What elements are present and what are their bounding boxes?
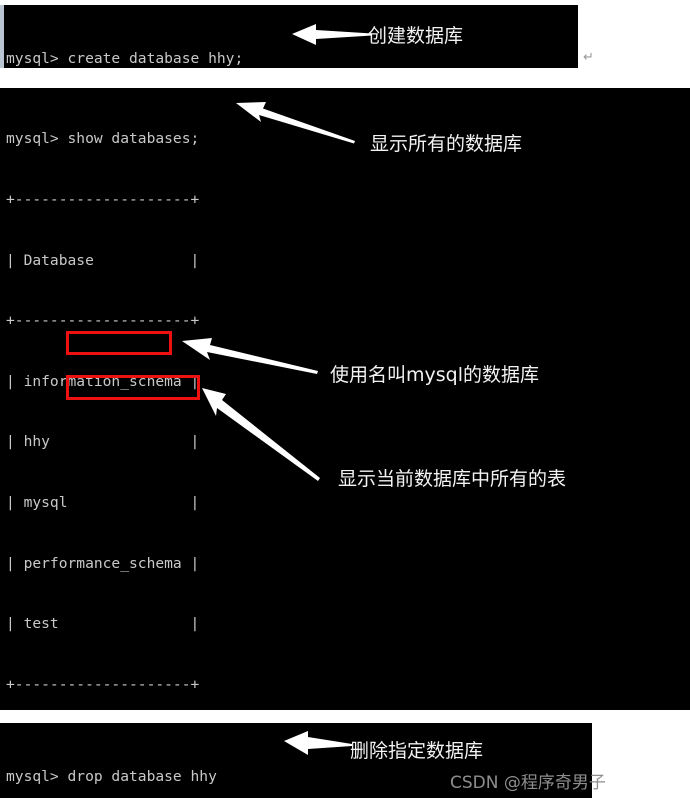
terminal-line: +--------------------+ [6,675,200,693]
annotation-use-database: 使用名叫mysql的数据库 [330,364,539,386]
terminal-show-lines: mysql> show databases; +----------------… [6,89,261,710]
annotation-drop-database: 删除指定数据库 [350,740,484,762]
terminal-line: | mysql | [6,493,200,511]
terminal-line: | test | [6,615,200,633]
terminal-left-bar [0,5,4,68]
terminal-line: mysql> drop database hhy [6,768,217,786]
csdn-watermark: CSDN @程序奇男子 [450,773,606,793]
terminal-line: +--------------------+ [6,191,200,208]
terminal-line: mysql> show databases; [6,130,200,148]
terminal-block-show-databases: mysql> show databases; +----------------… [0,88,690,710]
annotation-show-tables: 显示当前数据库中所有的表 [338,468,567,490]
terminal-line: | information_schema | [6,372,200,390]
terminal-drop-lines: mysql> drop database hhy -> ; Query OK, … [6,727,322,798]
terminal-line: mysql> create database hhy; [6,50,244,68]
terminal-line: | performance_schema | [6,554,200,572]
terminal-line: +--------------------+ [6,312,200,330]
annotation-create-database: 创建数据库 [368,25,464,47]
annotation-show-databases: 显示所有的数据库 [370,133,523,155]
screenshot-canvas: mysql> create database hhy; Query OK, 1 … [0,0,690,798]
terminal-line: | Database | [6,251,200,269]
paragraph-return-icon: ↵ [583,50,594,65]
terminal-line: | hhy | [6,433,200,451]
terminal-create-lines: mysql> create database hhy; Query OK, 1 … [6,9,314,68]
terminal-block-create-database: mysql> create database hhy; Query OK, 1 … [0,5,578,68]
